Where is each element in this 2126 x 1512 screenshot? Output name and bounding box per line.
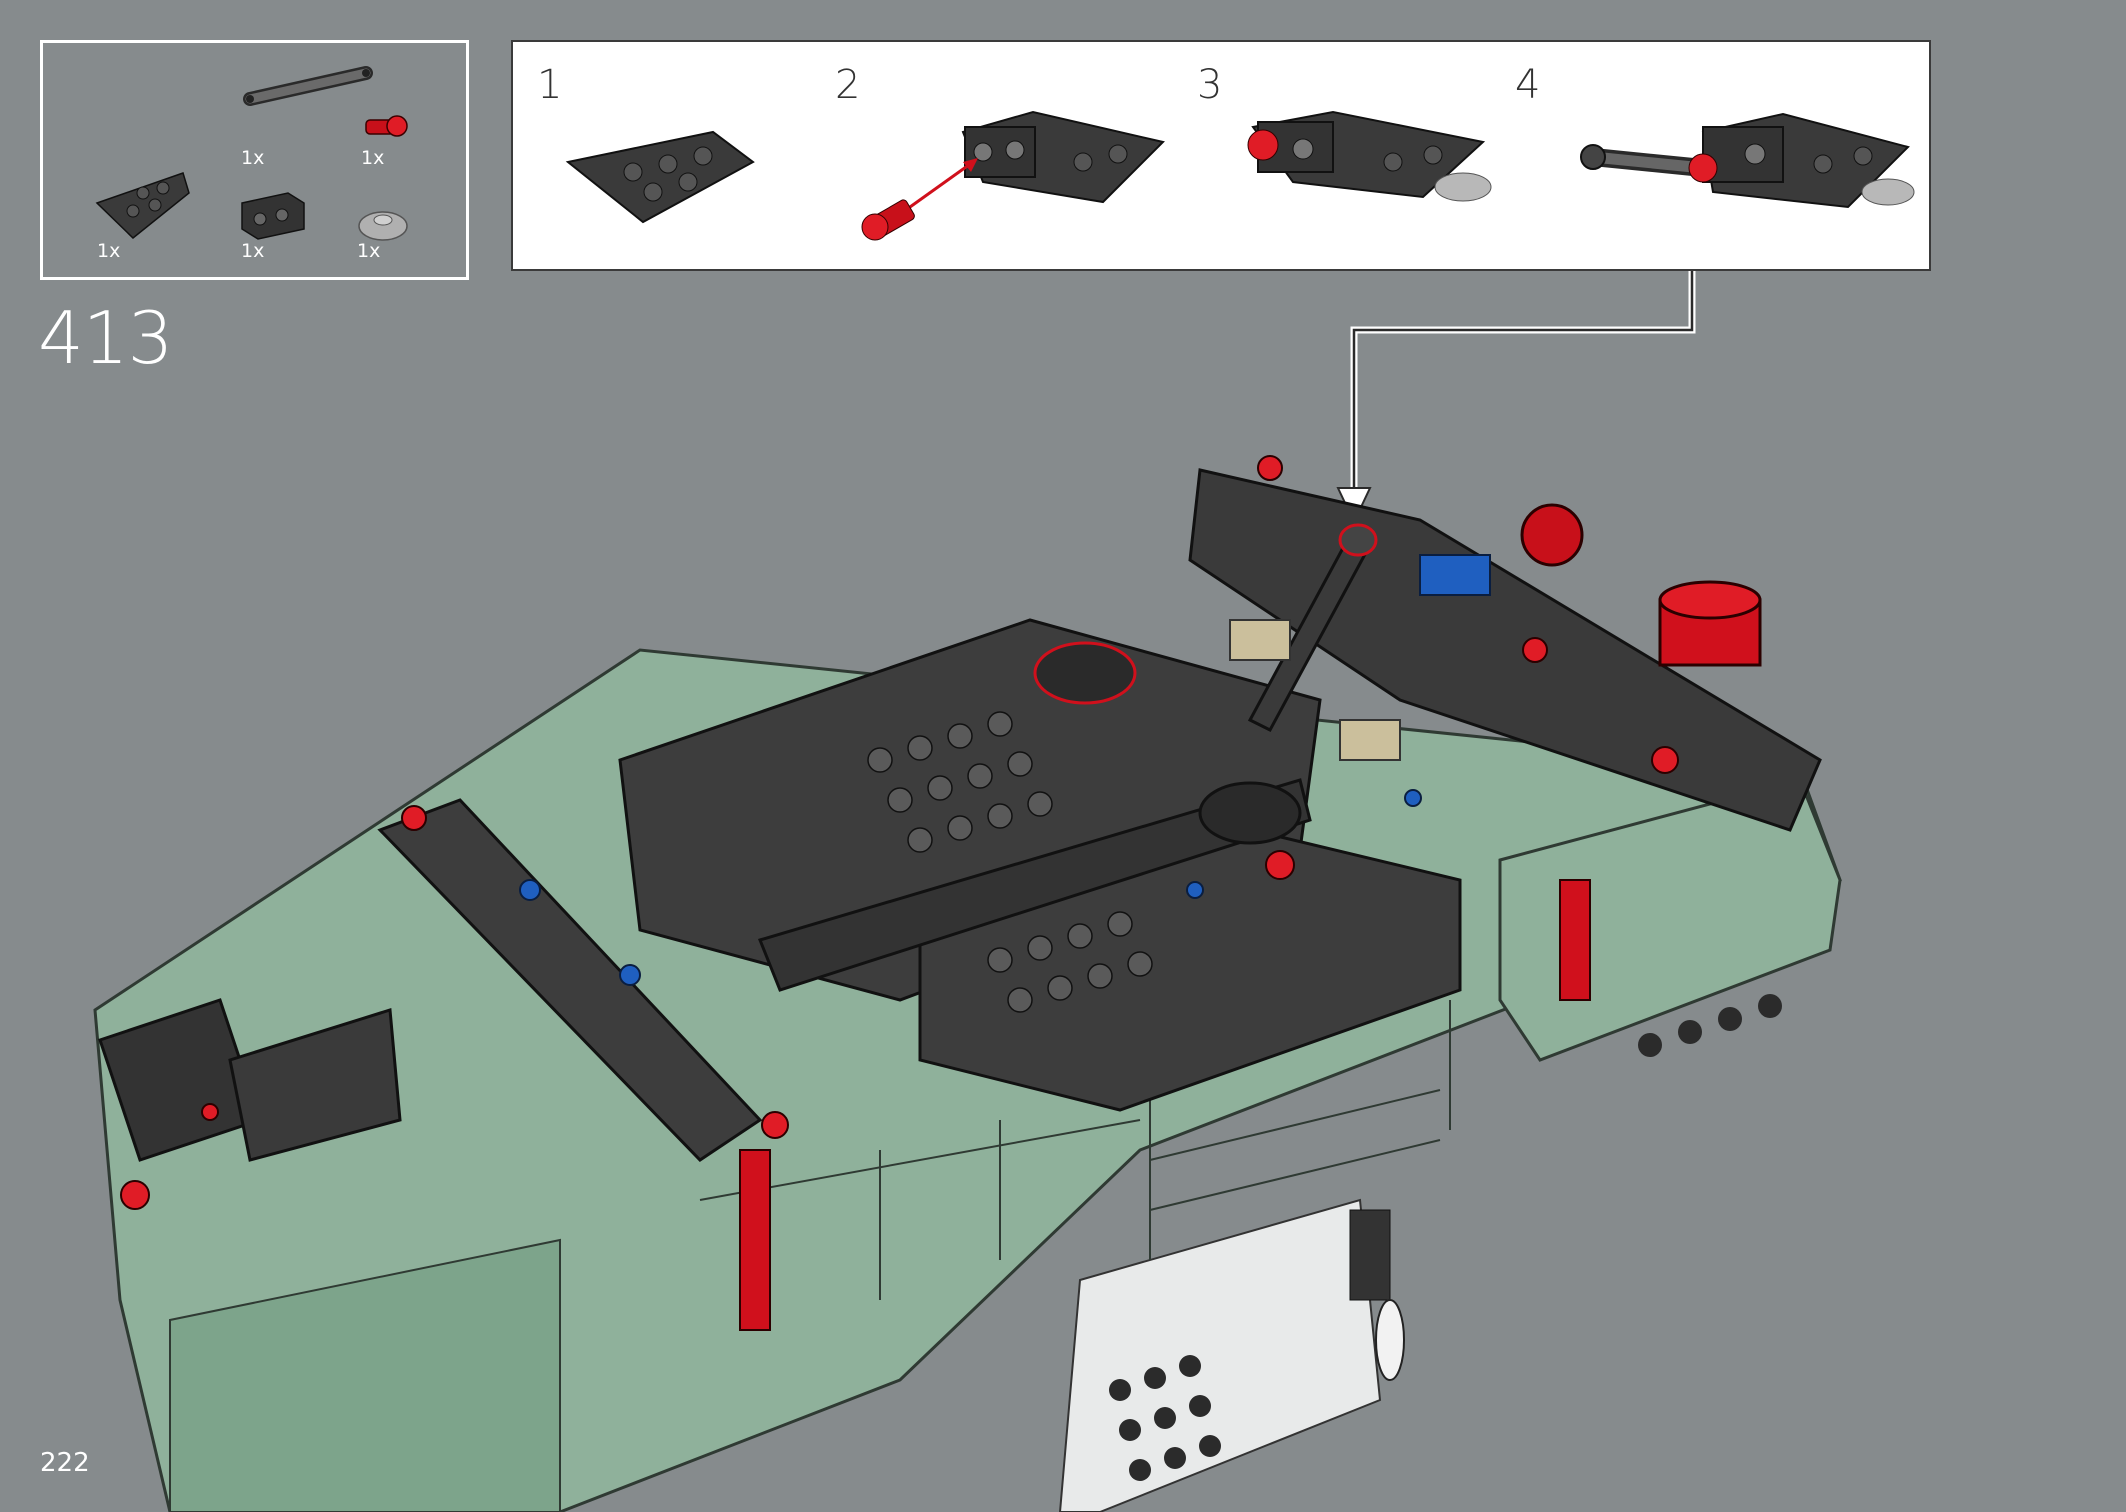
model-illustration bbox=[93, 455, 1842, 1512]
page-number: 222 bbox=[40, 1448, 90, 1478]
